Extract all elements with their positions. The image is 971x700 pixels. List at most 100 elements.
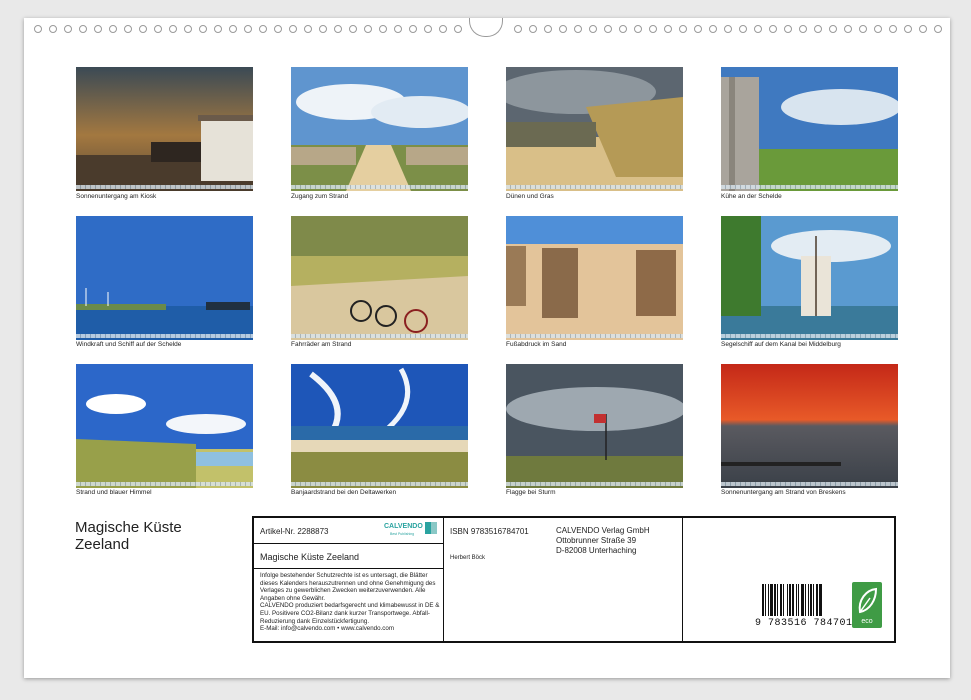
photo-caption: Flagge bei Sturm: [506, 489, 556, 496]
photo-footprint-sand: [506, 216, 683, 340]
calvendo-flag-icon: [425, 522, 437, 534]
binding-ring: [874, 25, 882, 33]
barcode-bar: [787, 584, 788, 616]
calvendo-logo-subtext: Best Publishing: [390, 532, 415, 536]
photo-caption: Fußabdruck im Sand: [506, 341, 567, 348]
divider: [254, 543, 443, 544]
photo-flag-storm: [506, 364, 683, 488]
author: Herbert Böck: [450, 555, 486, 561]
photo-wind-ship: [76, 216, 253, 340]
photo-caption: Banjaardstrand bei den Deltawerken: [291, 489, 397, 496]
binding-ring: [259, 25, 267, 33]
binding-ring: [559, 25, 567, 33]
photo-banjaard-beach: [291, 364, 468, 488]
binding-ring: [709, 25, 717, 33]
binding-ring: [769, 25, 777, 33]
binding-ring: [169, 25, 177, 33]
legal-contact: E-Mail: info@calvendo.com • www.calvendo…: [260, 625, 394, 633]
barcode-bar: [816, 584, 818, 616]
binding-ring: [319, 25, 327, 33]
binding-ring: [859, 25, 867, 33]
binding-ring: [634, 25, 642, 33]
publisher-name: CALVENDO Verlag GmbH: [556, 526, 650, 535]
photo-caption: Fahrräder am Strand: [291, 341, 352, 348]
barcode-bar: [801, 584, 804, 616]
binding-ring: [454, 25, 462, 33]
binding-ring: [49, 25, 57, 33]
divider: [254, 568, 443, 569]
binding-ring: [94, 25, 102, 33]
binding-ring: [904, 25, 912, 33]
binding-ring: [289, 25, 297, 33]
binding-ring: [724, 25, 732, 33]
photo-caption: Zugang zum Strand: [291, 193, 349, 200]
eco-leaf-icon: eco: [852, 582, 882, 628]
barcode-bar: [762, 584, 764, 616]
barcode-bar: [805, 584, 806, 616]
barcode-bar: [789, 584, 791, 616]
photo-caption: Strand und blauer Himmel: [76, 489, 152, 496]
calendar-title: Magische Küste Zeeland: [75, 519, 182, 553]
photo-sunset-kiosk: [76, 67, 253, 191]
binding-ring: [364, 25, 372, 33]
binding-ring: [529, 25, 537, 33]
binding-ring: [739, 25, 747, 33]
binding-ring: [679, 25, 687, 33]
binding-ring: [844, 25, 852, 33]
binding-ring: [424, 25, 432, 33]
eco-label: eco: [861, 618, 873, 625]
photo-caption: Sonnenuntergang am Kiosk: [76, 193, 157, 200]
binding-ring: [649, 25, 657, 33]
binding-ring: [784, 25, 792, 33]
barcode-bar: [819, 584, 822, 616]
binding-ring: [379, 25, 387, 33]
barcode-bar: [813, 584, 814, 616]
photo-sailing-ship: [721, 216, 898, 340]
photo-beach-access: [291, 67, 468, 191]
binding-ring: [154, 25, 162, 33]
binding-ring: [934, 25, 942, 33]
calvendo-logo: CALVENDO Best Publishing: [384, 521, 440, 537]
barcode-bar: [810, 584, 812, 616]
binding-ring: [79, 25, 87, 33]
article-number: Artikel-Nr. 2288873: [260, 527, 329, 536]
binding-ring: [814, 25, 822, 33]
binding-ring: [139, 25, 147, 33]
binding-ring: [214, 25, 222, 33]
binding-ring: [574, 25, 582, 33]
calendar-title-line2: Zeeland: [75, 536, 130, 553]
isbn: ISBN 9783516784701: [450, 527, 529, 536]
binding-ring: [799, 25, 807, 33]
barcode-bar: [798, 584, 799, 616]
barcode-number: 9 783516 784701: [755, 618, 853, 629]
binding-ring: [184, 25, 192, 33]
binding-ring: [124, 25, 132, 33]
barcode-bar: [792, 584, 794, 616]
barcode-bar: [774, 584, 776, 616]
binding-ring: [589, 25, 597, 33]
photo-beach-blue-sky: [76, 364, 253, 488]
photo-bicycles-beach: [291, 216, 468, 340]
legal-notice: Infolge bestehender Schutzrechte ist es …: [260, 572, 440, 633]
calendar-title-line1: Magische Küste: [75, 519, 182, 536]
barcode-bar: [777, 584, 778, 616]
binding-ring: [919, 25, 927, 33]
barcode-bar: [770, 584, 773, 616]
legal-text: CALVENDO produziert bedarfsgerecht und k…: [260, 602, 440, 625]
photo-caption: Windkraft und Schiff auf der Schelde: [76, 341, 182, 348]
photo-caption: Segelschiff auf dem Kanal bei Middelburg: [721, 341, 841, 348]
binding-ring: [889, 25, 897, 33]
binding-ring: [334, 25, 342, 33]
photo-caption: Dünen und Gras: [506, 193, 554, 200]
binding-ring: [829, 25, 837, 33]
photo-cows-schelde: [721, 67, 898, 191]
photo-sunset-breskens: [721, 364, 898, 488]
product-title: Magische Küste Zeeland: [260, 552, 360, 562]
binding-ring: [349, 25, 357, 33]
binding-ring: [439, 25, 447, 33]
binding-ring: [64, 25, 72, 33]
binding-ring: [199, 25, 207, 33]
publisher-address: CALVENDO Verlag GmbH Ottobrunner Straße …: [556, 526, 650, 556]
divider: [682, 518, 683, 641]
leaf-icon: [858, 587, 878, 614]
